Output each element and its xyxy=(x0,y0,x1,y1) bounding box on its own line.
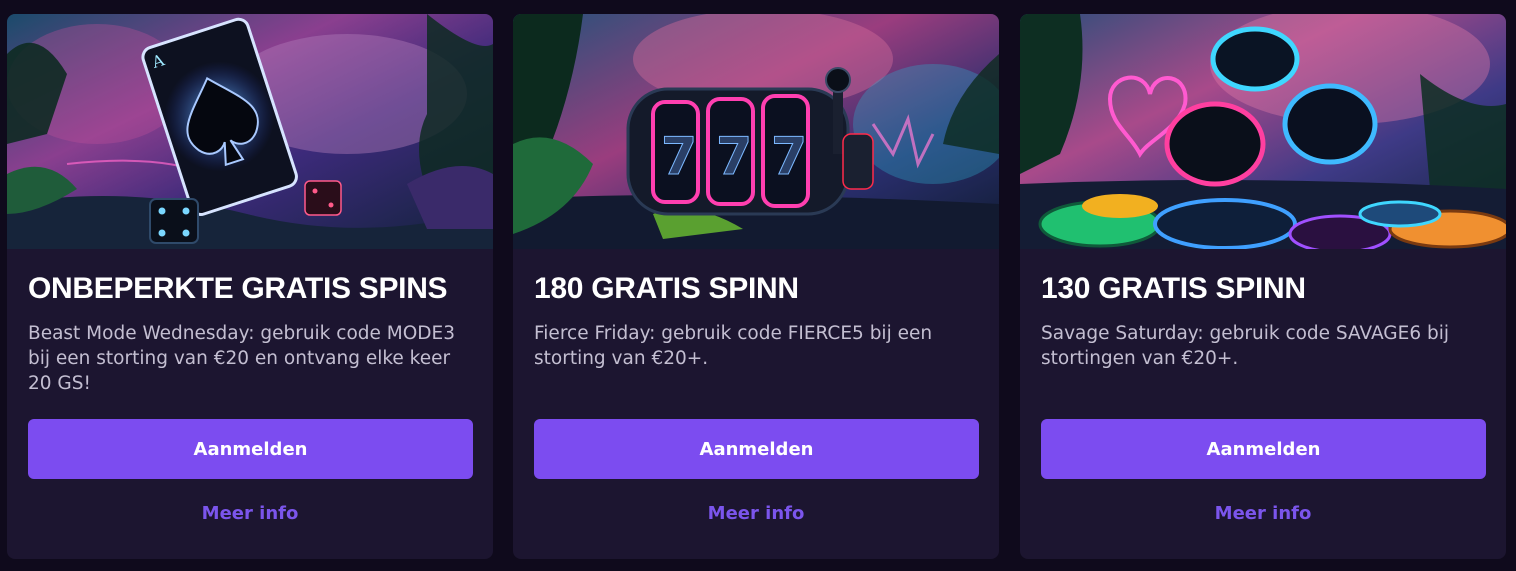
promo-card-180-spins: 7 7 7 180 GRATIS SPINN Fierce Friday: ge… xyxy=(513,14,999,559)
more-info-link[interactable]: Meer info xyxy=(7,503,493,524)
spade-card-dice-jungle-illustration: A xyxy=(7,14,493,249)
casino-chips-neon-heart-illustration xyxy=(1020,14,1506,249)
promo-card-unlimited-spins: A ONBEPERKTE GRATIS SPINS Beast Mode Wed… xyxy=(7,14,493,559)
more-info-link[interactable]: Meer info xyxy=(513,503,999,524)
signup-button[interactable]: Aanmelden xyxy=(1041,419,1486,479)
svg-text:7: 7 xyxy=(771,127,807,187)
signup-button[interactable]: Aanmelden xyxy=(28,419,473,479)
promo-description: Fierce Friday: gebruik code FIERCE5 bij … xyxy=(534,323,933,369)
promo-title: ONBEPERKTE GRATIS SPINS xyxy=(28,272,448,305)
promo-description: Savage Saturday: gebruik code SAVAGE6 bi… xyxy=(1041,323,1449,369)
promo-title: 130 GRATIS SPINN xyxy=(1041,272,1306,305)
svg-text:7: 7 xyxy=(661,127,697,187)
more-info-link[interactable]: Meer info xyxy=(1020,503,1506,524)
promo-title: 180 GRATIS SPINN xyxy=(534,272,799,305)
slot-machine-777-jungle-illustration: 7 7 7 xyxy=(513,14,999,249)
promo-description: Beast Mode Wednesday: gebruik code MODE3… xyxy=(28,323,455,394)
signup-button[interactable]: Aanmelden xyxy=(534,419,979,479)
svg-text:7: 7 xyxy=(716,127,752,187)
promo-card-130-spins: 130 GRATIS SPINN Savage Saturday: gebrui… xyxy=(1020,14,1506,559)
